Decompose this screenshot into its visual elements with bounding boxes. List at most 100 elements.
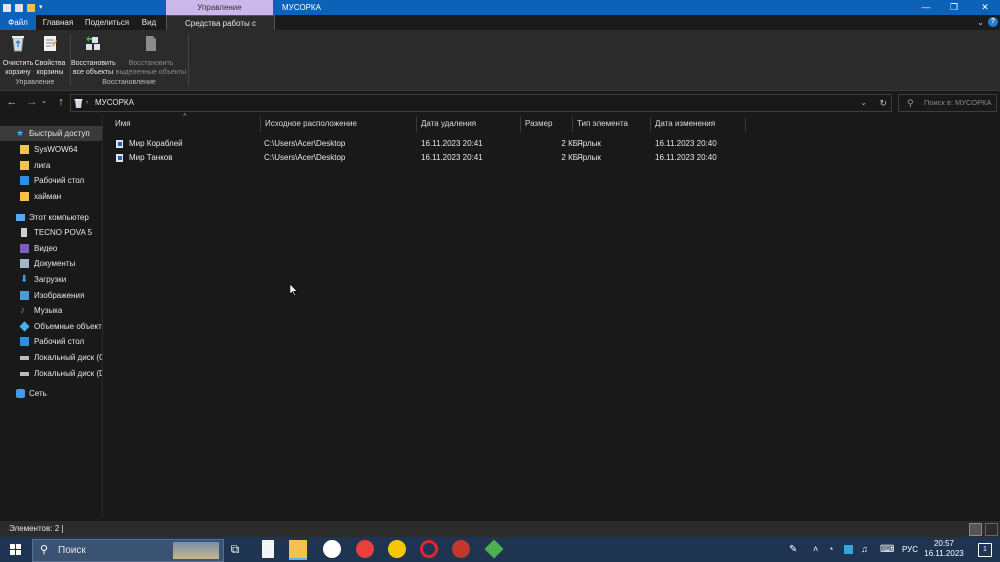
sidebar-item-tecno-pova[interactable]: TECNO POVA 5 [0,225,102,240]
column-separator[interactable] [650,117,651,132]
shortcut-file-icon [116,154,123,162]
details-view-icon[interactable] [969,523,982,536]
pane-divider[interactable] [102,115,103,517]
sidebar-item-desktop-2[interactable]: Рабочий стол [0,334,102,349]
navigation-pane: ★ Быстрый доступ SysWOW64 лига Рабочий с… [0,122,102,517]
breadcrumb-current[interactable]: МУСОРКА [95,95,134,111]
pen-workspace-icon[interactable]: ✎ [789,537,797,562]
tab-view[interactable]: Вид [136,15,162,30]
drive-icon [20,372,29,376]
minecraft-app-icon[interactable] [484,539,504,559]
clock[interactable]: 20:57 16.11.2023 [920,539,968,559]
large-icons-view-icon[interactable] [985,523,998,536]
ribbon-collapse-icon[interactable]: ⌄ [977,18,984,27]
search-icon: ⚲ [40,544,49,556]
sidebar-item-3d-objects[interactable]: Объемные объекты [0,319,102,334]
sidebar-item-drive-d[interactable]: Локальный диск (D:) [0,366,102,381]
taskbar-search-label: Поиск [58,545,86,556]
sidebar-item-label: Этот компьютер [29,213,89,222]
empty-recycle-bin-button[interactable]: Очистить корзину [2,33,34,77]
column-separator[interactable] [745,117,746,132]
sidebar-item-music[interactable]: ♪ Музыка [0,303,102,318]
sidebar-item-label: Рабочий стол [34,337,85,346]
sidebar-item-pictures[interactable]: Изображения [0,288,102,303]
sidebar-item-liga[interactable]: лига [0,158,102,173]
table-row[interactable]: Мир Кораблей C:\Users\Acer\Desktop 16.11… [110,137,746,151]
column-header-original-location[interactable]: Исходное расположение [265,117,357,131]
sidebar-item-this-pc[interactable]: Этот компьютер [0,210,102,225]
sidebar-item-desktop[interactable]: Рабочий стол [0,173,102,188]
maximize-button[interactable]: ❐ [940,0,968,15]
table-row[interactable]: Мир Танков C:\Users\Acer\Desktop 16.11.2… [110,151,746,165]
windows-start-icon[interactable] [10,544,21,555]
game-launcher-app-icon[interactable] [388,540,406,558]
customize-quick-access-icon[interactable]: ▾ [39,4,45,12]
column-header-size[interactable]: Размер [525,117,553,131]
sidebar-item-network[interactable]: Сеть [0,386,102,401]
sidebar-item-label: Музыка [34,306,63,315]
gaming-app-icon[interactable] [452,540,470,558]
keyboard-icon[interactable]: ⌨ [880,537,894,562]
restore-all-button[interactable]: Восстановить все объекты [71,33,116,77]
sidebar-item-downloads[interactable]: ⬇ Загрузки [0,272,102,287]
folder-icon [20,145,29,154]
music-folder-icon: ♪ [20,305,25,316]
address-history-icon[interactable]: ⌄ [860,95,867,111]
taskbar-search[interactable]: ⚲ Поиск [32,539,224,562]
tray-app-icon[interactable] [844,537,853,562]
column-separator[interactable] [416,117,417,132]
sidebar-item-documents[interactable]: Документы [0,256,102,271]
explorer-app-icon[interactable] [3,3,11,12]
sidebar-item-hayman[interactable]: хайман [0,189,102,204]
sidebar-item-drive-c[interactable]: Локальный диск (C:) [0,350,102,365]
computer-icon [16,214,25,221]
column-header-item-type[interactable]: Тип элемента [577,117,628,131]
sidebar-item-video[interactable]: Видео [0,241,102,256]
tab-file[interactable]: Файл [0,15,36,30]
tab-manage[interactable]: Управление [166,0,273,15]
up-button[interactable]: ↑ [54,95,68,109]
minimize-button[interactable]: — [912,0,940,15]
restore-selected-button[interactable]: Восстановить выделенные объекты [115,33,187,77]
recycle-bin-properties-button[interactable]: Свойства корзины [34,33,66,77]
sidebar-item-syswow64[interactable]: SysWOW64 [0,142,102,157]
network-wifi-icon[interactable]: ◔ [828,537,833,562]
column-separator[interactable] [572,117,573,132]
forward-button[interactable]: → [25,95,39,109]
search-box[interactable]: ⚲ Поиск в: МУСОРКА [898,94,997,112]
back-button[interactable]: ← [5,95,19,109]
address-bar[interactable]: › МУСОРКА ⌄ ↻ [70,94,892,112]
close-button[interactable]: ✕ [970,0,1000,15]
sidebar-item-label: Видео [34,244,58,253]
tab-share[interactable]: Поделиться [82,15,132,30]
refresh-icon[interactable]: ↻ [879,95,887,111]
opera-app-icon[interactable] [420,540,438,558]
file-date-modified: 16.11.2023 20:40 [655,153,717,162]
column-header-date-deleted[interactable]: Дата удаления [421,117,476,131]
help-icon[interactable]: ? [988,17,998,27]
yandex-app-icon[interactable] [356,540,374,558]
notepad-app-icon[interactable] [262,540,274,558]
column-header-name[interactable]: Имя [115,117,131,131]
notification-center-icon[interactable]: 1 [978,543,992,557]
tab-home[interactable]: Главная [38,15,78,30]
quick-access-toolbar: ▾ [3,2,45,13]
column-separator[interactable] [260,117,261,132]
volume-icon[interactable]: ♫ [861,537,868,562]
show-hidden-icons-icon[interactable]: ˄ [813,537,818,562]
desktop-folder-icon [20,176,29,185]
yandex-browser-app-icon[interactable] [323,540,341,558]
task-view-icon[interactable]: ⧉ [226,540,244,558]
language-indicator[interactable]: РУС [902,537,918,562]
column-separator[interactable] [520,117,521,132]
new-folder-icon[interactable] [27,3,35,12]
file-explorer-app-icon[interactable] [289,540,307,560]
tab-recycle-bin-tools[interactable]: Средства работы с корзиной [166,15,275,43]
sidebar-item-quick-access[interactable]: ★ Быстрый доступ [0,126,102,141]
breadcrumb-chevron-icon[interactable]: › [86,95,88,111]
properties-icon[interactable] [15,3,23,12]
column-header-date-modified[interactable]: Дата изменения [655,117,715,131]
video-folder-icon [20,244,29,253]
recent-locations-icon[interactable]: ⌄ [40,95,48,109]
file-size: 2 КБ [561,139,578,148]
